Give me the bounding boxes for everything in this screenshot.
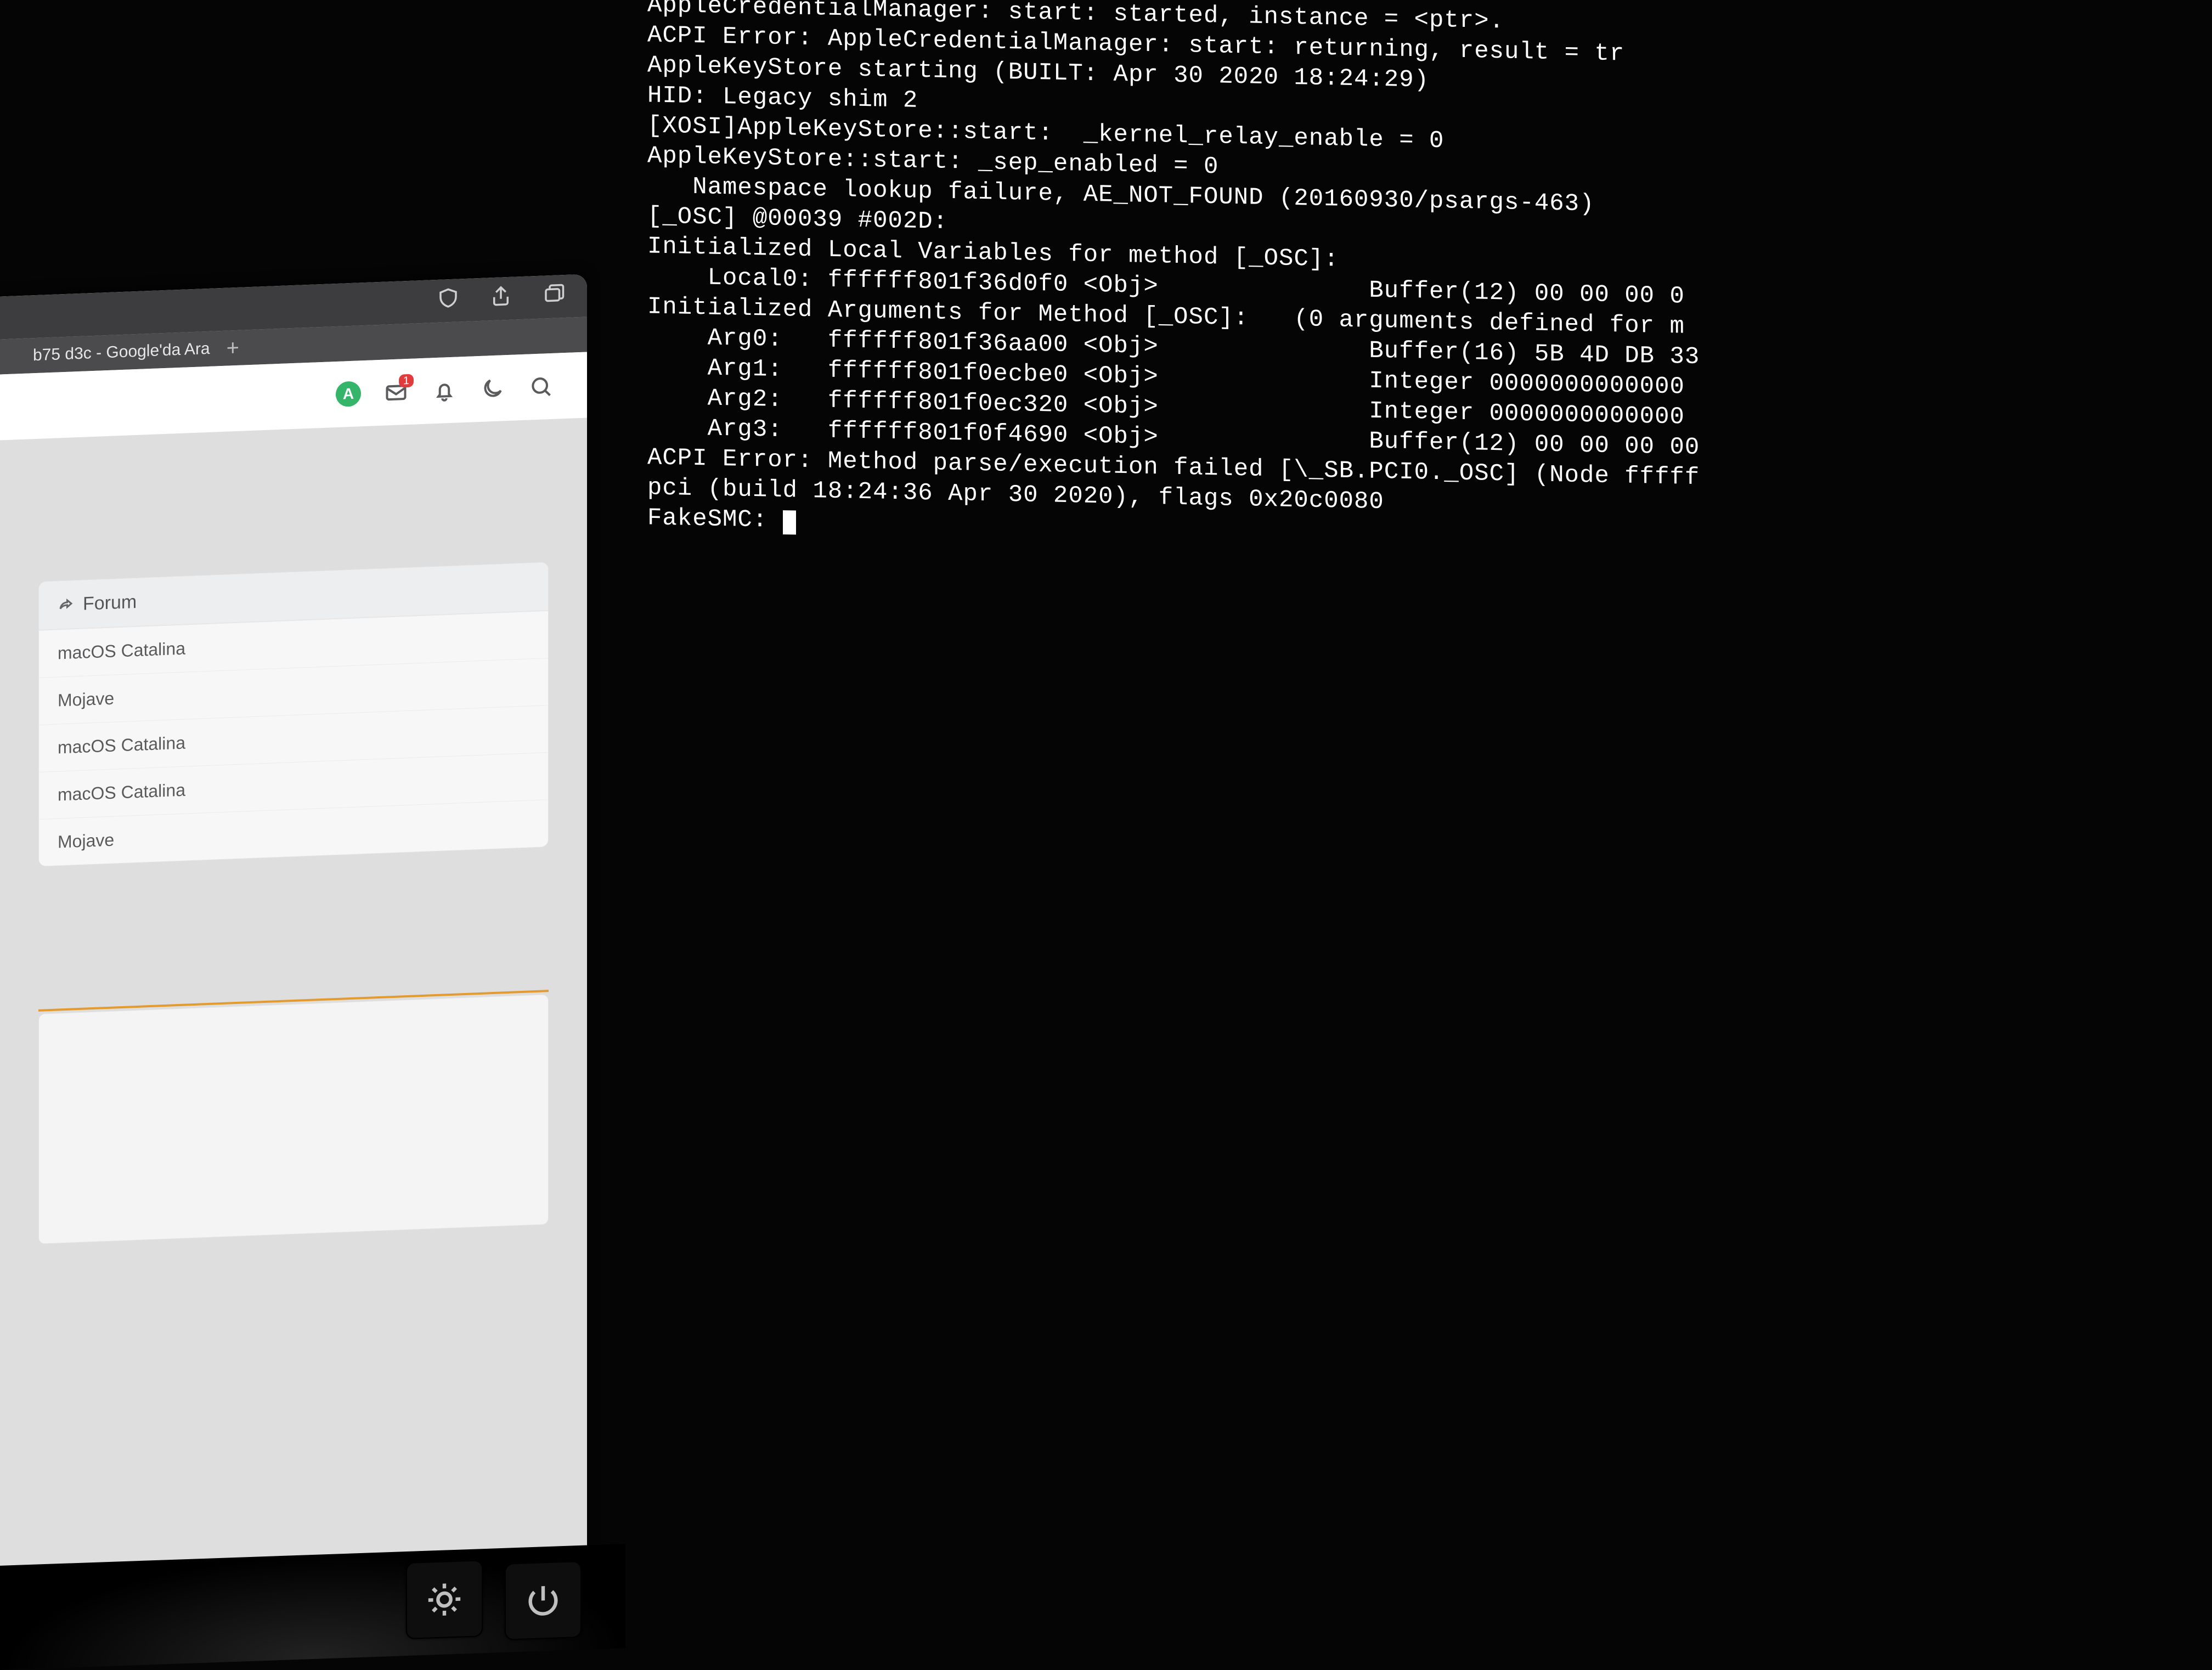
moon-icon[interactable] <box>479 375 506 402</box>
forum-panel-title: Forum <box>83 591 137 615</box>
tabs-icon[interactable] <box>542 282 565 312</box>
mail-icon[interactable]: 1 <box>383 379 409 406</box>
tab-title[interactable]: b75 d3c - Google'da Ara <box>33 340 210 365</box>
empty-panel <box>38 994 549 1244</box>
key-brightness[interactable] <box>406 1560 483 1639</box>
share-arrow-icon <box>58 596 74 613</box>
avatar[interactable]: A <box>336 381 361 407</box>
forum-panel: Forum macOS CatalinaMojavemacOS Catalina… <box>38 562 549 867</box>
page-content: Forum macOS CatalinaMojavemacOS Catalina… <box>0 418 587 1245</box>
shield-icon[interactable] <box>437 286 460 315</box>
share-icon[interactable] <box>489 284 512 314</box>
mail-badge-count: 1 <box>399 374 414 388</box>
new-tab-button[interactable]: + <box>227 335 239 360</box>
bell-icon[interactable] <box>431 377 458 404</box>
boot-console: AppleCredentialManager: start: started, … <box>614 0 2212 565</box>
search-icon[interactable] <box>528 373 554 400</box>
keyboard-edge <box>0 1544 625 1670</box>
console-cursor <box>783 510 796 534</box>
macbook-screen: b75 d3c - Google'da Ara + A 1 Forum macO… <box>0 274 587 1591</box>
key-power[interactable] <box>505 1561 582 1640</box>
